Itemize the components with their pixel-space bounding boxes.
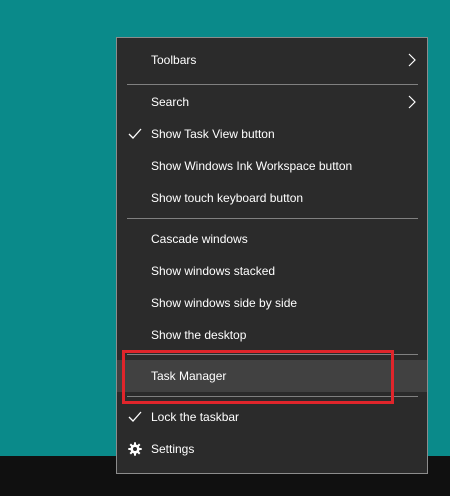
menu-item-windows-side-by-side[interactable]: Show windows side by side bbox=[117, 287, 427, 319]
menu-item-lock-taskbar[interactable]: Lock the taskbar bbox=[117, 401, 427, 433]
gear-icon bbox=[128, 442, 142, 456]
chevron-right-icon bbox=[408, 53, 416, 67]
menu-item-show-touch-keyboard[interactable]: Show touch keyboard button bbox=[117, 182, 427, 214]
menu-item-label: Lock the taskbar bbox=[151, 410, 240, 424]
menu-item-label: Search bbox=[151, 95, 190, 109]
menu-item-toolbars[interactable]: Toolbars bbox=[117, 44, 427, 76]
menu-item-label: Show windows stacked bbox=[151, 264, 276, 278]
menu-item-show-desktop[interactable]: Show the desktop bbox=[117, 319, 427, 351]
menu-item-show-task-view[interactable]: Show Task View button bbox=[117, 118, 427, 150]
menu-item-label: Task Manager bbox=[151, 369, 227, 383]
menu-item-show-ink-workspace[interactable]: Show Windows Ink Workspace button bbox=[117, 150, 427, 182]
menu-item-cascade-windows[interactable]: Cascade windows bbox=[117, 223, 427, 255]
checkmark-icon bbox=[128, 411, 142, 422]
menu-item-search[interactable]: Search bbox=[117, 86, 427, 118]
menu-separator bbox=[127, 396, 418, 397]
menu-item-settings[interactable]: Settings bbox=[117, 433, 427, 465]
menu-separator bbox=[127, 218, 418, 219]
menu-separator bbox=[127, 84, 418, 85]
menu-item-label: Show windows side by side bbox=[151, 296, 298, 310]
menu-item-label: Show touch keyboard button bbox=[151, 191, 304, 205]
menu-item-label: Toolbars bbox=[151, 53, 197, 67]
menu-item-task-manager[interactable]: Task Manager bbox=[117, 360, 427, 392]
menu-item-label: Show Task View button bbox=[151, 127, 275, 141]
menu-item-windows-stacked[interactable]: Show windows stacked bbox=[117, 255, 427, 287]
menu-item-label: Show Windows Ink Workspace button bbox=[151, 159, 353, 173]
menu-item-label: Cascade windows bbox=[151, 232, 248, 246]
menu-separator bbox=[127, 354, 418, 355]
menu-item-label: Show the desktop bbox=[151, 328, 247, 342]
menu-item-label: Settings bbox=[151, 442, 195, 456]
chevron-right-icon bbox=[408, 95, 416, 109]
checkmark-icon bbox=[128, 128, 142, 139]
taskbar-context-menu: Toolbars Search Show Task View button Sh… bbox=[116, 37, 428, 474]
